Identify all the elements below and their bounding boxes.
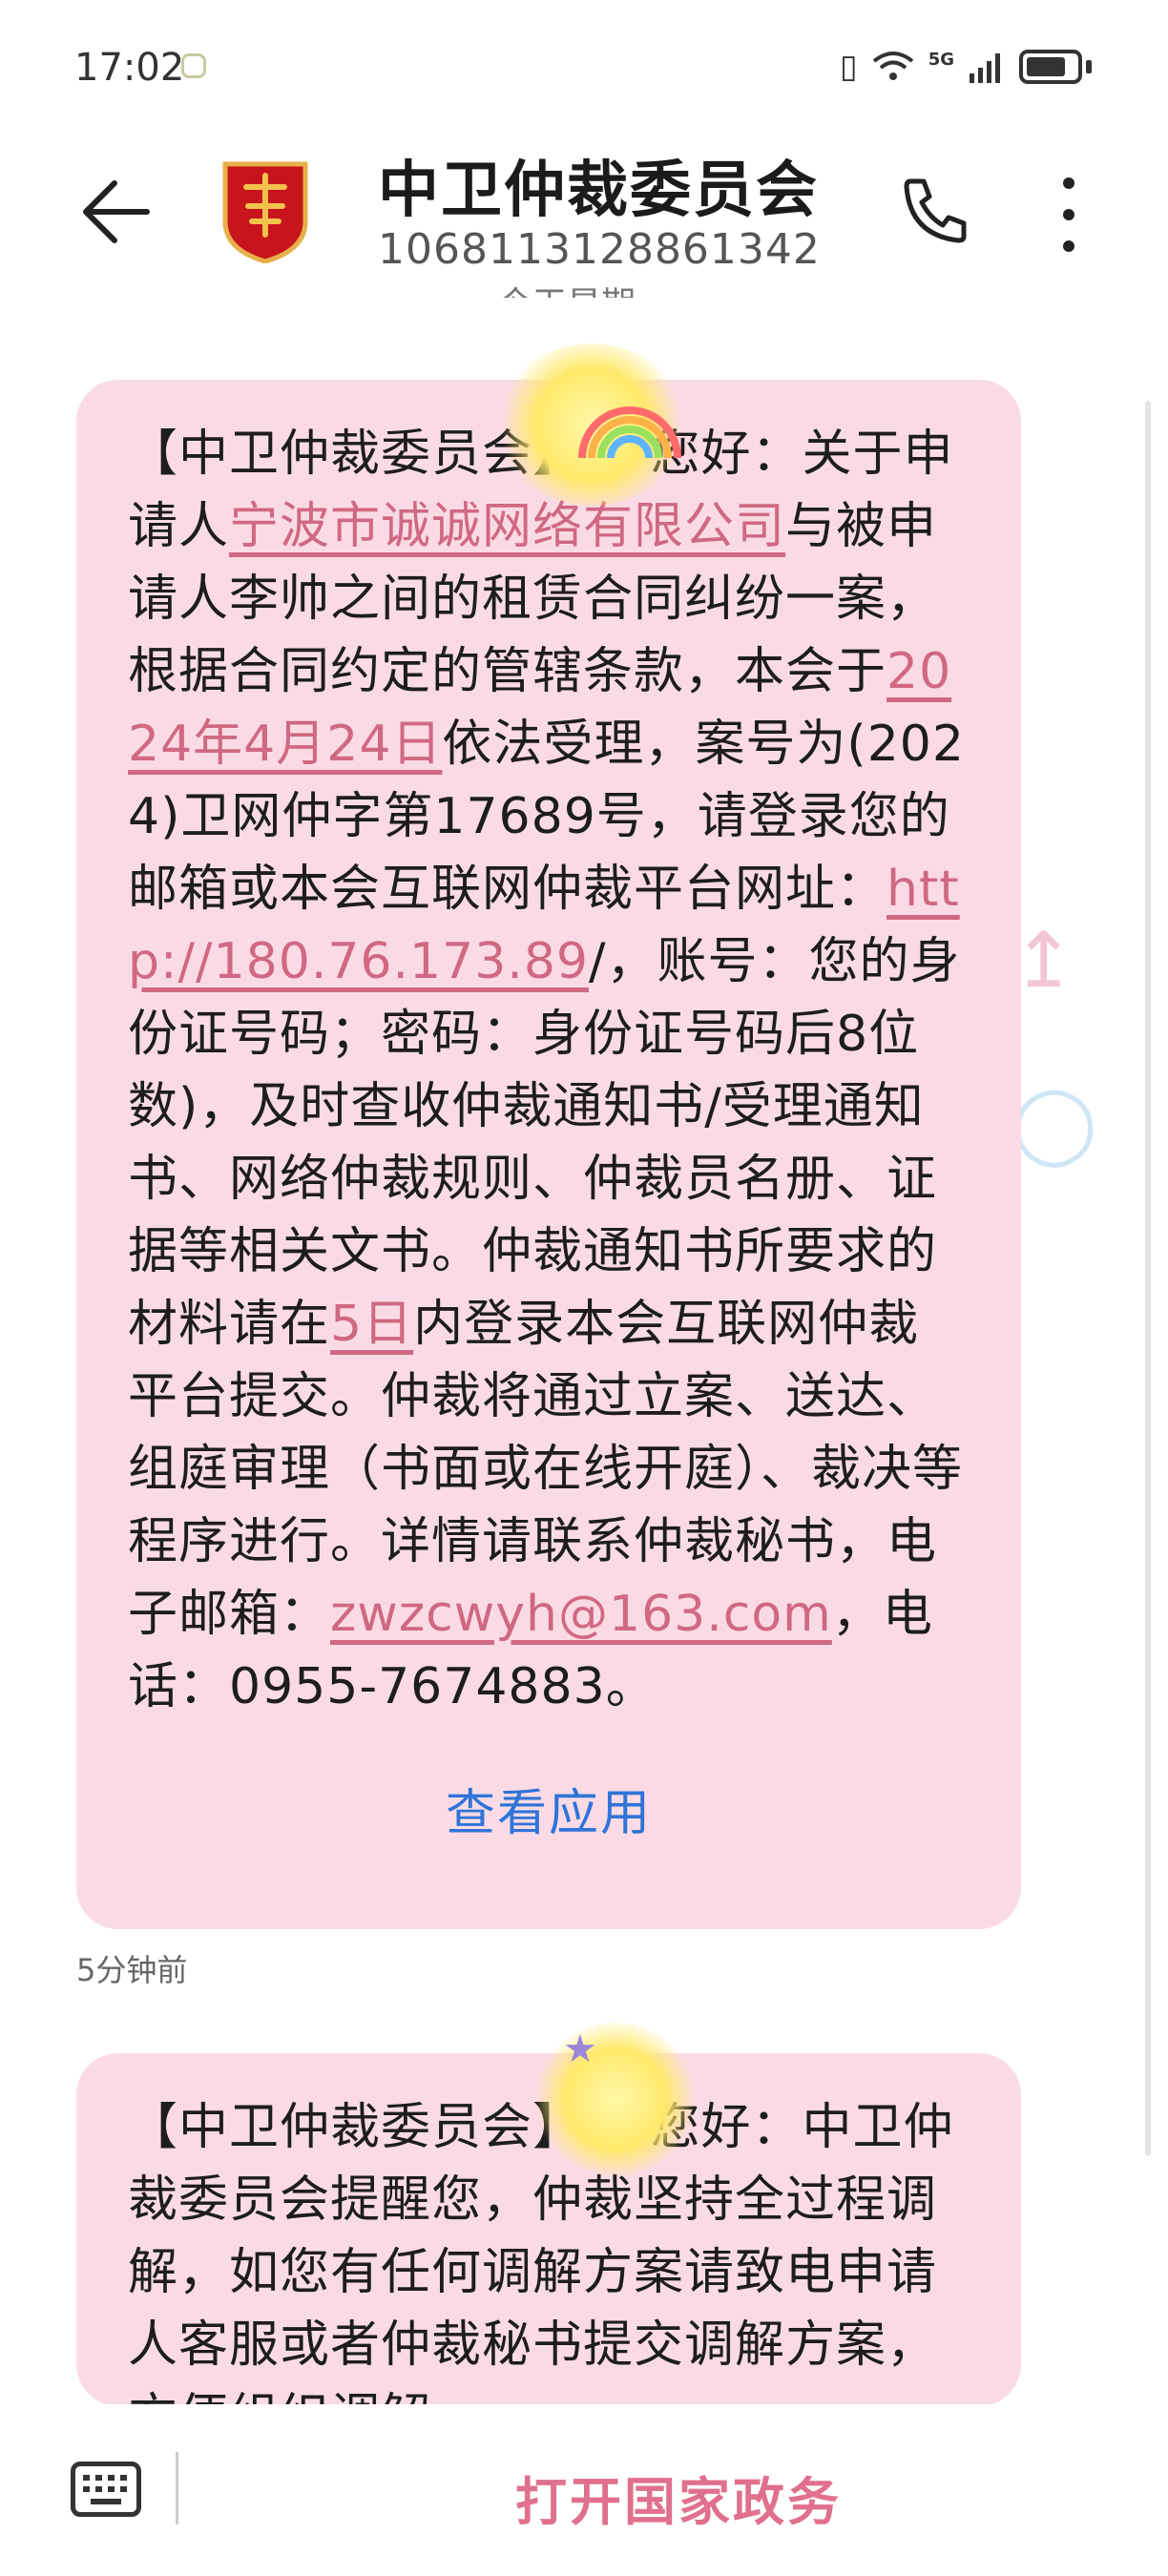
signal-type-label: 5G xyxy=(928,49,954,70)
sticker-decoration: ↥ xyxy=(1012,916,1076,1005)
sender-number: 1068113128861342 xyxy=(378,225,821,274)
view-app-button[interactable]: 查看应用 xyxy=(128,1773,970,1844)
open-government-app-button[interactable]: 打开国家政务 xyxy=(515,2460,842,2535)
redaction-sticker xyxy=(534,2023,697,2175)
scrollbar[interactable] xyxy=(1145,401,1151,2156)
status-icons: ▯ 5G xyxy=(840,48,1092,86)
status-time: 17:02 xyxy=(74,46,185,90)
wifi-icon xyxy=(872,52,913,80)
divider xyxy=(176,2452,178,2524)
notification-icon xyxy=(181,53,206,78)
avatar[interactable] xyxy=(218,158,313,263)
more-options-icon[interactable] xyxy=(1050,172,1088,258)
phone-icon[interactable] xyxy=(897,172,973,248)
status-bar: 17:02 ▯ 5G xyxy=(0,0,1168,134)
message-text-segment: 【中卫仲裁委员会】 xyxy=(128,2099,584,2156)
message-link[interactable]: 宁波市诚诚网络有限公司 xyxy=(229,498,785,555)
signal-icon xyxy=(970,53,1000,83)
sticker-decoration: ◯ xyxy=(1012,1078,1097,1167)
page-title: 中卫仲裁委员会 xyxy=(378,156,819,226)
keyboard-icon[interactable] xyxy=(71,2462,141,2517)
message-link[interactable]: 5日 xyxy=(330,1296,413,1353)
message-link[interactable]: zwzcwyh@163.com xyxy=(330,1586,832,1643)
star-sticker-icon: ★ xyxy=(563,2027,597,2071)
date-divider: 今天星期一 xyxy=(497,285,670,324)
vibrate-icon: ▯ xyxy=(839,48,858,86)
message-text-segment: /，账号：您的身份证号码；密码：身份证号码后8位数)，及时查收仲裁通知书/受理通… xyxy=(128,933,961,1353)
back-arrow-icon[interactable] xyxy=(76,174,153,250)
message-timestamp: 5分钟前 xyxy=(76,1952,188,1988)
message-text: 【中卫仲裁委员会】 ，您好：关于申请人宁波市诚诚网络有限公司与被申请人李帅之间的… xyxy=(128,418,970,1723)
message-bubble[interactable]: 【中卫仲裁委员会】 ，您好：关于申请人宁波市诚诚网络有限公司与被申请人李帅之间的… xyxy=(76,380,1021,1929)
rainbow-sticker-icon xyxy=(578,406,681,458)
battery-icon xyxy=(1019,50,1082,84)
